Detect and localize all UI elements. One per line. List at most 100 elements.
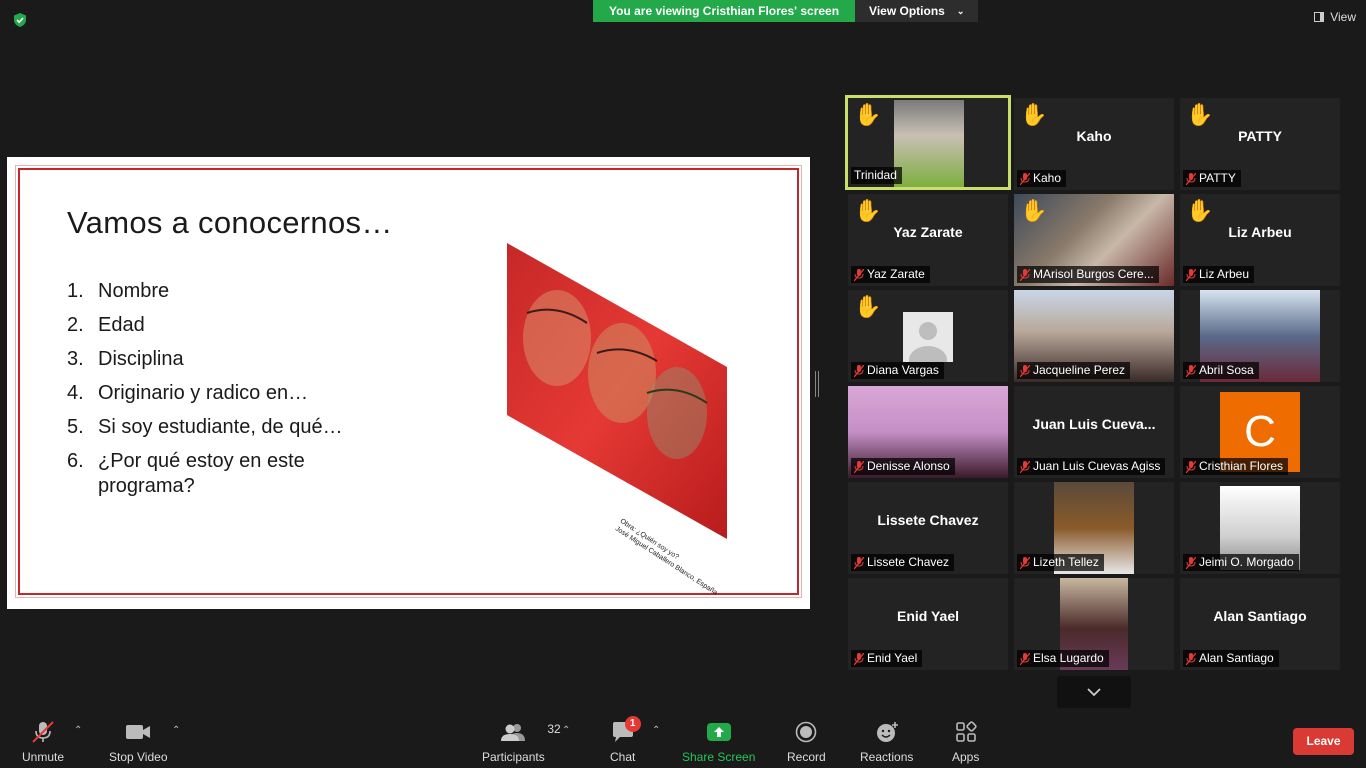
security-shield-icon[interactable] [12, 12, 28, 28]
leave-button[interactable]: Leave [1293, 728, 1354, 755]
unmute-label: Unmute [22, 750, 65, 764]
participant-name-text: Juan Luis Cuevas Agiss [1033, 459, 1161, 473]
participant-name-label: PATTY [1183, 170, 1241, 187]
stop-video-button[interactable]: Stop Video [109, 720, 168, 764]
participant-name-text: Denisse Alonso [867, 459, 950, 473]
mic-muted-icon [1019, 460, 1031, 473]
participant-tile[interactable]: Enid Yael Enid Yael [848, 578, 1008, 670]
list-item: 4. Originario y radico en… [67, 382, 309, 404]
mic-muted-icon [853, 460, 865, 473]
raised-hand-icon: ✋ [1186, 198, 1214, 223]
chat-button[interactable]: 1 Chat [610, 716, 641, 764]
participant-name-text: Jacqueline Perez [1033, 363, 1126, 377]
mic-muted-icon [1019, 652, 1031, 665]
list-item: 5. Si soy estudiante, de qué… [67, 416, 343, 438]
mic-muted-icon [1019, 364, 1031, 377]
participant-tile[interactable]: Denisse Alonso [848, 386, 1008, 478]
participant-name-text: Diana Vargas [867, 363, 939, 377]
view-options-button[interactable]: View Options ⌄ [855, 0, 979, 22]
smiley-reactions-icon [876, 722, 898, 742]
apps-button[interactable]: Apps [952, 720, 979, 764]
participants-label: Participants [482, 750, 545, 764]
raised-hand-icon: ✋ [1020, 102, 1048, 127]
shared-slide: Vamos a conocernos… 1. Nombre 2. Edad 3. Di… [7, 157, 810, 609]
unmute-button[interactable]: Unmute [22, 720, 64, 764]
participant-name-label: Cristhian Flores [1183, 458, 1289, 475]
mic-muted-icon [1185, 364, 1197, 377]
record-icon [796, 721, 817, 743]
participant-name-text: Enid Yael [867, 651, 918, 665]
zoom-meeting-window: You are viewing Cristhian Flores' screen… [0, 0, 1366, 768]
participant-tile[interactable]: C Cristhian Flores [1180, 386, 1340, 478]
participant-name-label: Trinidad [851, 167, 902, 184]
participant-name-text: Kaho [1033, 171, 1062, 185]
video-camera-icon [126, 725, 151, 739]
participants-button[interactable]: 32 Participants [482, 720, 561, 764]
participant-tile[interactable]: Alan Santiago Alan Santiago [1180, 578, 1340, 670]
slide-title: Vamos a conocernos… [67, 205, 393, 240]
raised-hand-icon: ✋ [854, 102, 882, 127]
participant-name-label: Elsa Lugardo [1017, 650, 1109, 667]
chat-options-caret-icon[interactable]: ⌃ [652, 725, 660, 736]
mic-muted-icon [1185, 172, 1197, 185]
participant-tile[interactable]: Lizeth Tellez [1014, 482, 1174, 574]
participant-tile[interactable]: Elsa Lugardo [1014, 578, 1174, 670]
mic-muted-icon [853, 652, 865, 665]
view-button-label: View [1330, 10, 1356, 24]
chat-unread-badge: 1 [624, 716, 641, 732]
participant-name-label: Jeimi O. Morgado [1183, 554, 1299, 571]
participant-name-label: Diana Vargas [851, 362, 944, 379]
participant-name-label: Liz Arbeu [1183, 266, 1255, 283]
panel-resize-handle[interactable] [815, 371, 819, 397]
participant-tile[interactable]: Lissete Chavez Lissete Chavez [848, 482, 1008, 574]
chevron-down-icon: ⌄ [956, 6, 965, 16]
participant-tile[interactable]: Kaho ✋ Kaho [1014, 98, 1174, 190]
mic-muted-icon [1019, 268, 1031, 281]
participant-tile[interactable]: PATTY ✋ PATTY [1180, 98, 1340, 190]
participant-tile[interactable]: Jeimi O. Morgado [1180, 482, 1340, 574]
participant-name-display: Alan Santiago [1213, 608, 1307, 624]
list-item: 3. Disciplina [67, 348, 184, 370]
audio-options-caret-icon[interactable]: ⌃ [74, 725, 82, 736]
participant-tile[interactable]: Liz Arbeu ✋ Liz Arbeu [1180, 194, 1340, 286]
mic-muted-icon [1185, 652, 1197, 665]
mic-muted-icon [853, 364, 865, 377]
participant-tile[interactable]: ✋ Diana Vargas [848, 290, 1008, 382]
reactions-button[interactable]: Reactions [860, 720, 913, 764]
raised-hand-icon: ✋ [1020, 198, 1048, 223]
participant-tile[interactable]: Yaz Zarate ✋ Yaz Zarate [848, 194, 1008, 286]
participant-name-text: Cristhian Flores [1199, 459, 1284, 473]
raised-hand-icon: ✋ [854, 294, 882, 319]
participant-tile[interactable]: ✋ Trinidad [845, 95, 1011, 190]
stop-video-label: Stop Video [109, 750, 168, 764]
record-label: Record [787, 750, 826, 764]
raised-hand-icon: ✋ [1186, 102, 1214, 127]
default-avatar-icon [903, 312, 953, 362]
view-button[interactable]: View [1314, 10, 1356, 24]
participant-name-text: Trinidad [854, 168, 897, 182]
list-item: 1. Nombre [67, 280, 170, 302]
mic-muted-icon [1019, 556, 1031, 569]
next-page-button[interactable] [1057, 676, 1131, 708]
participant-tile[interactable]: ✋ MArisol Burgos Cere... [1014, 194, 1174, 286]
participant-name-text: PATTY [1199, 171, 1236, 185]
share-screen-icon [706, 723, 731, 741]
chevron-down-icon [1087, 687, 1101, 696]
participant-name-text: MArisol Burgos Cere... [1033, 267, 1154, 281]
microphone-muted-icon [32, 721, 54, 743]
mic-muted-icon [1019, 172, 1031, 185]
video-options-caret-icon[interactable]: ⌃ [172, 725, 180, 736]
participant-name-text: Liz Arbeu [1199, 267, 1250, 281]
participant-tile[interactable]: Juan Luis Cueva... Juan Luis Cuevas Agiss [1014, 386, 1174, 478]
chat-label: Chat [610, 750, 636, 764]
participant-tile[interactable]: Jacqueline Perez [1014, 290, 1174, 382]
apps-label: Apps [952, 750, 980, 764]
participant-name-label: Lissete Chavez [851, 554, 955, 571]
participant-name-label: Juan Luis Cuevas Agiss [1017, 458, 1166, 475]
share-screen-label: Share Screen [682, 750, 756, 764]
record-button[interactable]: Record [787, 720, 826, 764]
participant-tile[interactable]: Abril Sosa [1180, 290, 1340, 382]
share-screen-button[interactable]: Share Screen [682, 720, 755, 764]
participant-name-label: Denisse Alonso [851, 458, 955, 475]
participants-options-caret-icon[interactable]: ⌃ [562, 725, 570, 736]
